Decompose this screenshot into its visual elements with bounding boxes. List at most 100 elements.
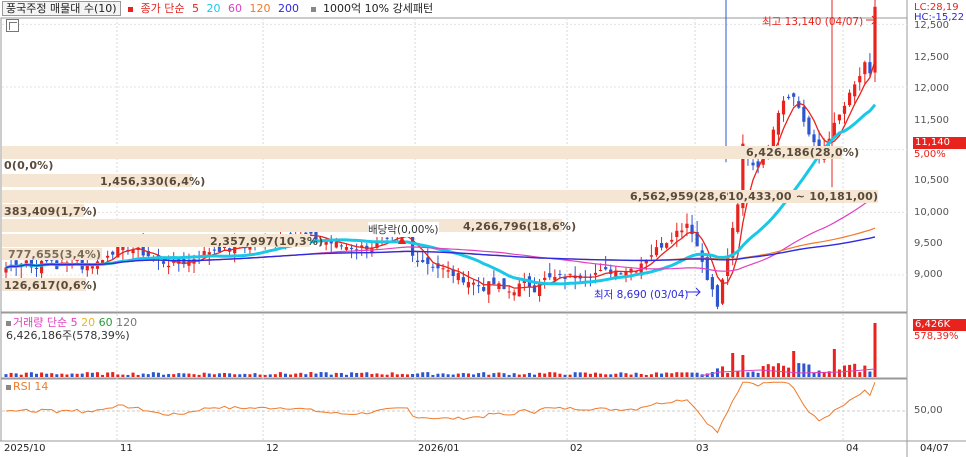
volume-bar xyxy=(771,366,775,377)
volume-bar xyxy=(4,374,8,377)
volume-bar xyxy=(553,372,557,377)
volume-bar xyxy=(868,371,872,377)
candle-body xyxy=(502,278,506,290)
candle-body xyxy=(807,117,811,135)
x-tick-label: 2026/01 xyxy=(418,443,460,454)
volume-bar xyxy=(212,374,216,377)
ma-legend-square-icon xyxy=(128,6,134,12)
volume-bar xyxy=(40,372,44,377)
volume-bar xyxy=(9,372,13,377)
volume-bar xyxy=(751,371,755,377)
candle-body xyxy=(426,257,430,265)
candle-body xyxy=(802,106,806,122)
volume-bar xyxy=(334,372,338,377)
volume-bar xyxy=(431,374,435,377)
volume-bar xyxy=(538,372,542,377)
last-close-tag: 11,140 xyxy=(913,137,966,149)
volume-bar xyxy=(741,355,745,377)
volume-bar xyxy=(360,372,364,377)
volume-bar xyxy=(685,372,689,377)
volume-bar xyxy=(106,372,110,377)
volume-bar xyxy=(858,372,862,377)
volume-bar xyxy=(797,363,801,377)
volume-bar xyxy=(624,373,628,377)
volume-profile-label: 6,426,186(28,0%) xyxy=(746,146,860,159)
volume-bar xyxy=(492,373,496,377)
rsi-pane-header[interactable]: RSI 14 xyxy=(6,380,48,393)
rsi-tick-label: 50,00 xyxy=(914,405,943,416)
volume-bar xyxy=(390,372,394,377)
volume-bar xyxy=(421,372,425,377)
candle-body xyxy=(781,100,786,115)
candle-body xyxy=(212,249,216,251)
candle-body xyxy=(619,273,623,275)
volume-bar xyxy=(380,374,384,377)
volume-bar xyxy=(441,373,445,377)
volume-bar xyxy=(350,372,354,377)
grid-toggle-icon[interactable] xyxy=(6,19,19,32)
candle-body xyxy=(349,247,354,249)
volume-bar xyxy=(731,353,735,377)
candle-body xyxy=(776,112,781,135)
volume-bar xyxy=(680,372,684,377)
ma-period-120: 120 xyxy=(249,2,271,15)
volume-bar xyxy=(573,372,577,377)
candle-body xyxy=(543,277,547,281)
volume-bar xyxy=(45,373,49,377)
volume-profile-range-label: 10,433,00 ~ 10,181,00) xyxy=(728,190,879,203)
volume-bar xyxy=(14,373,18,377)
volume-bar xyxy=(278,372,282,377)
candle-body xyxy=(736,204,740,232)
volume-bar xyxy=(223,372,227,377)
volume-bar xyxy=(319,372,323,377)
x-tick-label: 12 xyxy=(266,443,279,454)
volume-bar xyxy=(284,373,288,377)
candle-body xyxy=(39,260,44,274)
candle-body xyxy=(853,84,857,97)
candle-body xyxy=(598,270,603,272)
candle-body xyxy=(771,129,775,148)
volume-bar xyxy=(558,373,562,377)
chart-title[interactable]: 풍국주정 매물대 수(10) xyxy=(2,1,121,16)
candle-body xyxy=(593,272,598,275)
volume-bar xyxy=(50,373,54,377)
candle-body xyxy=(111,251,115,255)
candle-body xyxy=(410,235,415,256)
volume-bar xyxy=(187,373,191,377)
chart-window: 풍국주정 매물대 수(10) 종가 단순 5 20 60 120 200 100… xyxy=(0,0,966,457)
volume-bar xyxy=(273,374,277,377)
candle-body xyxy=(858,76,862,83)
candle-body xyxy=(842,105,847,114)
y-tick-label: 10,500 xyxy=(914,175,949,186)
volume-bar xyxy=(411,374,415,377)
volume-bar xyxy=(670,373,674,377)
candle-body xyxy=(700,250,704,262)
candle-body xyxy=(466,282,471,288)
ma-label: 종가 단순 xyxy=(140,2,185,15)
volume-bar xyxy=(75,373,79,377)
rsi-legend-square-icon xyxy=(6,384,11,390)
volume-bar xyxy=(817,370,821,377)
volume-bar xyxy=(512,373,516,377)
volume-bar xyxy=(65,374,69,377)
volume-bar xyxy=(436,373,440,377)
volume-bar xyxy=(466,373,470,377)
x-tick-label: 11 xyxy=(120,443,133,454)
volume-bar xyxy=(238,374,242,377)
volume-bar xyxy=(385,374,389,377)
volume-bar xyxy=(60,373,64,377)
volume-profile-label: 4,266,796(18,6%) xyxy=(463,220,577,233)
volume-bar xyxy=(426,372,430,377)
volume-bar xyxy=(116,374,120,377)
candle-body xyxy=(482,287,486,291)
candle-body xyxy=(847,92,852,106)
x-tick-label: 03 xyxy=(696,443,709,454)
volume-bar xyxy=(90,372,94,377)
volume-bar xyxy=(136,374,140,377)
ma-legend[interactable]: 종가 단순 5 20 60 120 200 xyxy=(128,2,306,15)
pattern-legend[interactable]: 1000억 10% 강세패턴 xyxy=(310,2,438,15)
volume-bar xyxy=(482,372,486,377)
candle-body xyxy=(344,247,349,250)
y-tick-label: 9,500 xyxy=(914,238,943,249)
volume-bar xyxy=(197,374,201,377)
